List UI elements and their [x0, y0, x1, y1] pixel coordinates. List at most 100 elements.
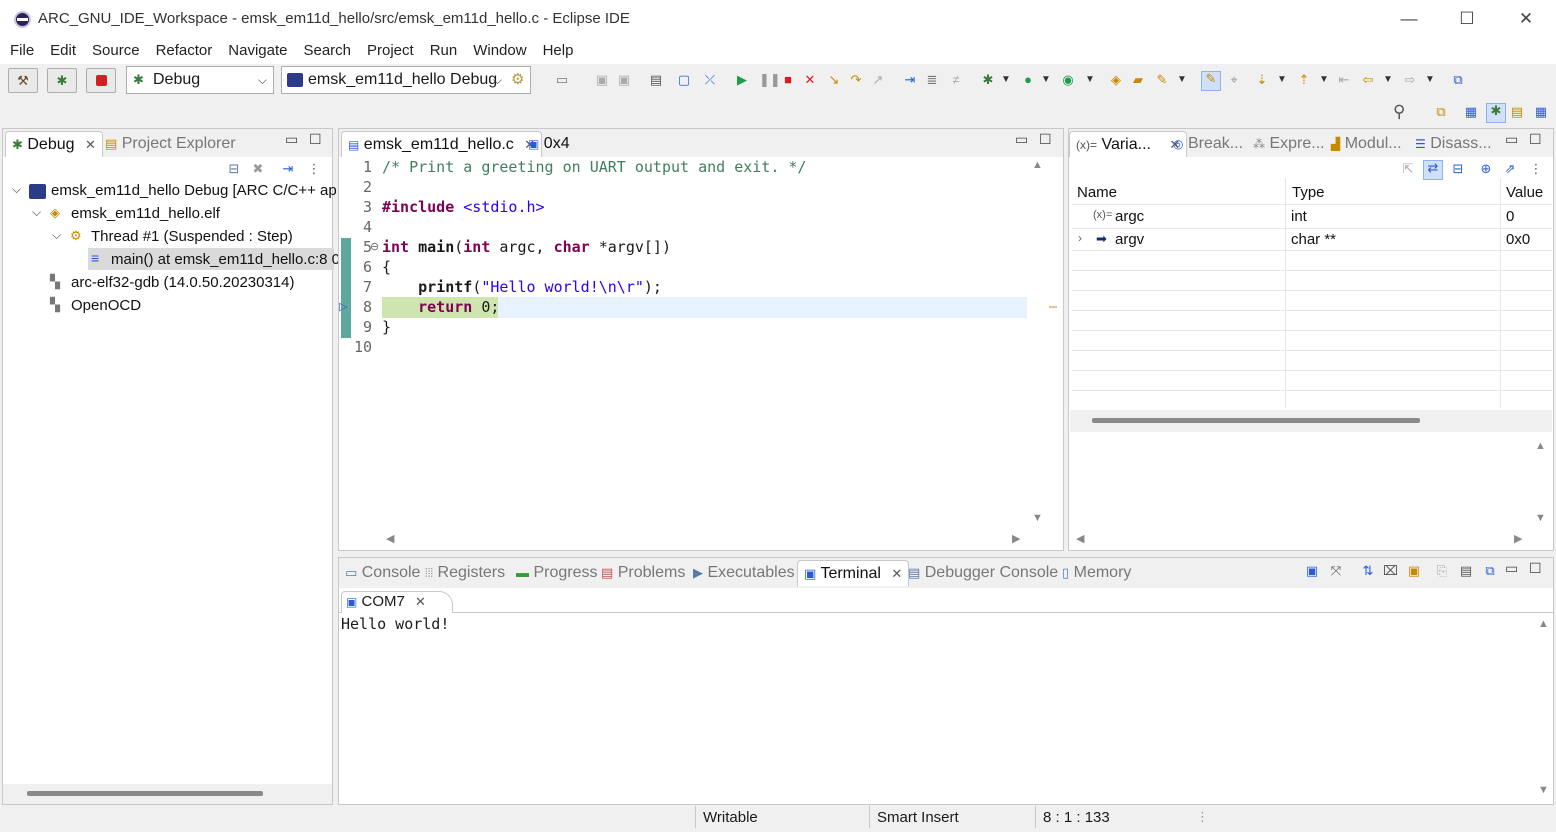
tree-elf[interactable]: emsk_em11d_hello.elf	[71, 205, 220, 222]
tab-memory[interactable]: ▯ Memory	[1062, 560, 1131, 586]
code-line-9[interactable]: }	[382, 318, 391, 336]
pin-icon[interactable]: ⌖	[1227, 73, 1241, 87]
code-line-8[interactable]: return 0;	[382, 298, 499, 316]
scroll-down-icon[interactable]: ▼	[1535, 512, 1546, 524]
menu-project[interactable]: Project	[367, 38, 414, 64]
tab-terminal[interactable]: ▣ Terminal ✕	[797, 560, 910, 586]
chevron-down-icon[interactable]: ▼	[999, 73, 1013, 87]
chevron-down-icon[interactable]: ⌵	[52, 228, 61, 243]
show-type-names-icon[interactable]: ⇱	[1401, 162, 1415, 176]
tab-expressions[interactable]: ⁂ Expre...	[1253, 131, 1325, 157]
horizontal-scrollbar[interactable]: ◀ ▶	[1070, 529, 1552, 549]
debug-button[interactable]: ✱	[47, 68, 77, 93]
scroll-lock-icon[interactable]: ⇅	[1361, 564, 1375, 578]
column-header-name[interactable]: Name	[1077, 184, 1117, 201]
skip-breakpoints-icon[interactable]: ⤫	[703, 73, 717, 87]
open-type-icon[interactable]: ◈	[1109, 73, 1123, 87]
terminal-icon[interactable]: ▢	[677, 73, 691, 87]
code-line-3[interactable]: #include <stdio.h>	[382, 198, 545, 216]
forward-icon[interactable]: ⇨	[1403, 73, 1417, 87]
step-filters-icon[interactable]: ≠	[949, 73, 963, 87]
tree-openocd[interactable]: OpenOCD	[71, 297, 141, 314]
new-icon[interactable]: ▭	[555, 73, 569, 87]
scroll-right-icon[interactable]: ▶	[1012, 532, 1020, 545]
tab-com7[interactable]: ▣ COM7 ✕	[341, 591, 453, 613]
gear-icon[interactable]: ⚙	[511, 67, 524, 93]
menu-edit[interactable]: Edit	[50, 38, 76, 64]
chevron-down-icon[interactable]: ⌵	[12, 182, 21, 197]
maximize-button[interactable]: ☐	[1438, 0, 1496, 38]
chevron-down-icon[interactable]: ▼	[1275, 73, 1289, 87]
close-icon[interactable]: ✕	[85, 137, 96, 152]
scroll-up-icon[interactable]: ▲	[1032, 159, 1043, 171]
run-icon[interactable]: ●	[1021, 73, 1035, 87]
chevron-down-icon[interactable]: ▼	[1039, 73, 1053, 87]
search-tool-icon[interactable]: ✎	[1155, 73, 1169, 87]
scroll-left-icon[interactable]: ◀	[1076, 532, 1084, 545]
collapse-all-icon[interactable]: ⊟	[1451, 162, 1465, 176]
instruction-step-icon[interactable]: ⇥	[903, 73, 917, 87]
export-icon[interactable]: ⇗	[1503, 162, 1517, 176]
tab-modules[interactable]: ▟ Modul...	[1331, 131, 1402, 157]
code-line-1[interactable]: /* Print a greeting on UART output and e…	[382, 158, 806, 176]
terminate-icon[interactable]: ■	[781, 73, 795, 87]
open-perspective-icon[interactable]: ⧉	[1434, 105, 1448, 119]
column-header-value[interactable]: Value	[1506, 184, 1543, 201]
scroll-down-icon[interactable]: ▼	[1032, 512, 1043, 524]
code-line-5[interactable]: int main(int argc, char *argv[])	[382, 238, 671, 256]
scrollbar-thumb[interactable]	[27, 791, 263, 796]
tree-gdb[interactable]: arc-elf32-gdb (14.0.50.20230314)	[71, 274, 295, 291]
chevron-right-icon[interactable]: ›	[1078, 231, 1082, 245]
menu-refactor[interactable]: Refactor	[156, 38, 213, 64]
tab-editor-source[interactable]: ▤ emsk_em11d_hello.c ✕	[341, 131, 543, 157]
tab-breakpoints[interactable]: ◎ Break...	[1173, 131, 1243, 157]
clear-terminal-icon[interactable]: ⌧	[1383, 564, 1398, 578]
c-perspective-icon[interactable]: ▦	[1464, 105, 1478, 119]
status-cursor-position[interactable]: 8 : 1 : 133	[1043, 809, 1110, 826]
next-annotation-icon[interactable]: ⇣	[1255, 73, 1269, 87]
minimize-view-icon[interactable]: ▭	[1015, 131, 1028, 148]
show-logical-structure-icon[interactable]: ⇄	[1423, 160, 1443, 180]
step-return-icon[interactable]: ↗	[871, 73, 885, 87]
close-icon[interactable]: ✕	[891, 566, 902, 581]
tab-editor-disasm[interactable]: ▣ 0x4	[528, 131, 570, 157]
git-perspective-icon[interactable]: ▦	[1534, 105, 1548, 119]
copy-icon[interactable]: ⎘	[1435, 564, 1449, 578]
paste-icon[interactable]: ▤	[1459, 564, 1473, 578]
chevron-down-icon[interactable]: ▼	[1317, 73, 1331, 87]
tab-registers[interactable]: ⦙⦙⦙ Registers	[425, 560, 505, 586]
resume-icon[interactable]: ▶	[735, 73, 749, 87]
menu-help[interactable]: Help	[543, 38, 574, 64]
minimize-button[interactable]: —	[1380, 0, 1438, 38]
menu-window[interactable]: Window	[473, 38, 526, 64]
minimize-view-icon[interactable]: ▭	[285, 131, 298, 148]
maximize-view-icon[interactable]: ☐	[309, 131, 322, 148]
scroll-left-icon[interactable]: ◀	[386, 532, 394, 545]
fold-icon[interactable]: ⊖	[370, 240, 379, 253]
view-menu-icon[interactable]: ⋮	[1529, 162, 1543, 176]
disconnect-icon[interactable]: ✕	[803, 73, 817, 87]
scroll-up-icon[interactable]: ▲	[1535, 440, 1546, 452]
pin-terminal-icon[interactable]: ⧉	[1483, 564, 1497, 578]
close-window-button[interactable]: ✕	[1497, 0, 1555, 38]
collapse-all-icon[interactable]: ⊟	[227, 162, 241, 176]
variable-name[interactable]: argc	[1115, 208, 1144, 225]
last-edit-icon[interactable]: ⇤	[1337, 73, 1351, 87]
maximize-view-icon[interactable]: ☐	[1529, 131, 1542, 148]
vertical-scrollbar[interactable]: ▲ ▼	[1029, 157, 1047, 529]
vertical-scrollbar[interactable]: ▲ ▼	[1535, 614, 1553, 802]
launch-config-select[interactable]: emsk_em11d_hello Debug ⌵ ⚙	[281, 66, 531, 94]
chevron-down-icon[interactable]: ▼	[1381, 73, 1395, 87]
launch-mode-select[interactable]: ✱ Debug ⌵	[126, 66, 274, 94]
resource-perspective-icon[interactable]: ▤	[1510, 105, 1524, 119]
column-divider[interactable]	[1285, 178, 1286, 408]
column-header-type[interactable]: Type	[1292, 184, 1325, 201]
drop-frame-icon[interactable]: ≣	[925, 73, 939, 87]
coverage-icon[interactable]: ◉	[1061, 73, 1075, 87]
close-icon[interactable]: ✕	[415, 594, 426, 609]
terminal-settings-icon[interactable]: ▣	[1305, 564, 1319, 578]
step-into-icon[interactable]: ↘	[827, 73, 841, 87]
step-mode-icon[interactable]: ⇥	[281, 162, 295, 176]
binary-icon[interactable]: ▤	[649, 73, 663, 87]
minimize-view-icon[interactable]: ▭	[1505, 560, 1518, 577]
